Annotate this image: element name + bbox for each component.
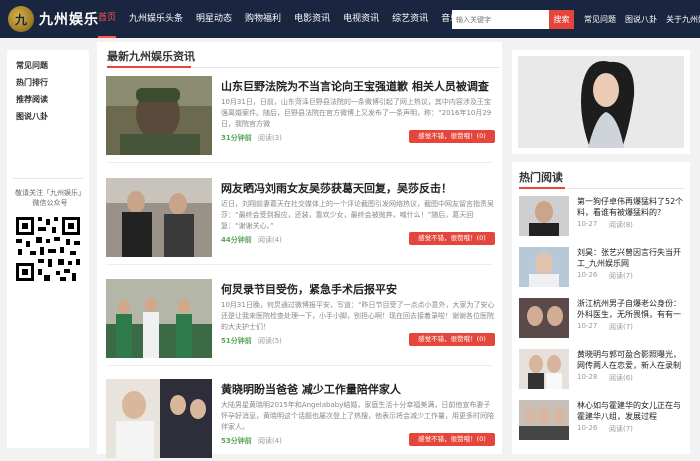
hot-reading-panel: 热门阅读 第一狗仔卓伟再爆猛料了52个料，看谁有被爆猛料的？ 10-27 阅读(… (512, 162, 690, 454)
article-divider (106, 264, 493, 265)
hot-item-title[interactable]: 黄晓明与郭可盈合影照曝光，网传两人在恋爱，新人在录制综艺 (577, 349, 685, 371)
wechat-qr-code-icon (13, 214, 83, 284)
article-time: 31分钟前 (221, 134, 252, 142)
hot-list-item[interactable]: 黄晓明与郭可盈合影照曝光，网传两人在恋爱，新人在录制综艺 10-28 阅读(6) (519, 349, 685, 399)
article-title[interactable]: 黄晓明盼当爸爸 减少工作量陪伴家人 (221, 381, 495, 397)
main-nav: 首页 九州娱乐头条 明星动态 购物福利 电影资讯 电视资讯 综艺资讯 音乐天地 (98, 0, 490, 38)
sidebar-divider (13, 178, 83, 179)
nav-item-variety[interactable]: 综艺资讯 (392, 0, 428, 38)
logo-text: 九州娱乐 (39, 12, 99, 28)
like-button[interactable]: 感觉不错，很赞哦！(0) (409, 433, 495, 446)
hot-item-read-count: 阅读(7) (609, 425, 633, 433)
article-item[interactable]: 黄晓明盼当爸爸 减少工作量陪伴家人 大陆男星黄晓明2015年和Angelabab… (106, 379, 495, 461)
search-input[interactable] (452, 10, 549, 29)
hot-item-title[interactable]: 林心如与霍建华的女儿正在与霍建华八组，发展过程 (577, 400, 685, 422)
nav-item-headlines[interactable]: 九州娱乐头条 (129, 0, 183, 38)
sidebar-item-recommended[interactable]: 推荐阅读 (7, 91, 89, 108)
hot-item-title[interactable]: 刘昊：张艺兴曾因言行失当开工_九州娱乐网 (577, 247, 685, 269)
article-divider (106, 162, 493, 163)
article-thumbnail-image[interactable] (106, 279, 212, 358)
hot-item-date: 10-27 (577, 220, 598, 228)
section-title: 最新九州娱乐资讯 (107, 50, 195, 63)
top-links: 常见问题 图说八卦 关于九州娱乐 (584, 0, 700, 38)
article-time: 44分钟前 (221, 236, 252, 244)
banner-panel (512, 50, 690, 154)
main-content: 最新九州娱乐资讯 山东巨野法院为不当言论向王宝强道歉 相关人员被调查 10月31… (97, 42, 502, 458)
hot-item-date: 10-26 (577, 271, 598, 279)
site-logo[interactable]: 九 九州娱乐 (8, 6, 99, 32)
hot-item-title[interactable]: 浙江杭州男子自爆老公身份：外科医生，无所畏惧，有有一文 (577, 298, 685, 320)
nav-item-star-news[interactable]: 明星动态 (196, 0, 232, 38)
hot-item-read-count: 阅读(7) (609, 272, 633, 280)
hot-reading-title: 热门阅读 (519, 171, 563, 184)
hot-list-item[interactable]: 浙江杭州男子自爆老公身份：外科医生，无所畏惧，有有一文 10-27 阅读(7) (519, 298, 685, 348)
nav-item-tv[interactable]: 电视资讯 (343, 0, 379, 38)
article-time: 53分钟前 (221, 437, 252, 445)
banner-image[interactable] (518, 56, 684, 148)
nav-item-home[interactable]: 首页 (98, 0, 117, 38)
top-link-gossip[interactable]: 图说八卦 (625, 14, 657, 25)
article-item[interactable]: 山东巨野法院为不当言论向王宝强道歉 相关人员被调查 10月31日，日前，山东菏泽… (106, 76, 495, 163)
article-thumbnail-image[interactable] (106, 379, 212, 458)
hot-item-thumbnail[interactable] (519, 400, 569, 440)
like-button[interactable]: 感觉不错，很赞哦！(0) (409, 130, 495, 143)
hot-item-thumbnail[interactable] (519, 247, 569, 287)
hot-item-title[interactable]: 第一狗仔卓伟再爆猛料了52个料，看谁有被爆猛料的？ (577, 196, 685, 218)
hot-item-read-count: 阅读(7) (609, 323, 633, 331)
search-button[interactable]: 搜索 (549, 10, 574, 29)
article-thumbnail-image[interactable] (106, 76, 212, 155)
hot-item-thumbnail[interactable] (519, 349, 569, 389)
hot-item-read-count: 阅读(8) (609, 221, 633, 229)
follow-wechat-text: 敬请关注「九州娱乐」微信公众号 (15, 189, 85, 207)
hot-list-item[interactable]: 林心如与霍建华的女儿正在与霍建华八组，发展过程 10-26 阅读(7) (519, 400, 685, 450)
top-navigation-bar: 九 九州娱乐 首页 九州娱乐头条 明星动态 购物福利 电影资讯 电视资讯 综艺资… (0, 0, 700, 38)
hot-item-read-count: 阅读(6) (609, 374, 633, 382)
hot-item-date: 10-27 (577, 322, 598, 330)
article-title[interactable]: 何炅录节目受伤，紧急手术后报平安 (221, 281, 495, 297)
article-read-count: 阅读(4) (258, 437, 282, 445)
search-box: 搜索 (452, 10, 574, 29)
hot-list-item[interactable]: 第一狗仔卓伟再爆猛料了52个料，看谁有被爆猛料的？ 10-27 阅读(8) (519, 196, 685, 246)
article-summary: 10月31日晚，何炅通过微博报平安，写道：“昨日节目受了一点点小意外，大家为了安… (221, 301, 495, 331)
article-summary: 10月31日，日前，山东菏泽巨野县法院的一条微博引起了网上热议，其中内容涉及王宝… (221, 98, 492, 128)
nav-item-shopping[interactable]: 购物福利 (245, 0, 281, 38)
left-menu: 常见问题 热门排行 推荐阅读 图说八卦 (7, 50, 89, 125)
sidebar-item-ranking[interactable]: 热门排行 (7, 74, 89, 91)
article-time: 51分钟前 (221, 337, 252, 345)
hot-item-date: 10-28 (577, 373, 598, 381)
logo-emblem-icon: 九 (8, 6, 34, 32)
article-item[interactable]: 何炅录节目受伤，紧急手术后报平安 10月31日晚，何炅通过微博报平安，写道：“昨… (106, 279, 495, 366)
sidebar-item-faq[interactable]: 常见问题 (7, 57, 89, 74)
hot-item-thumbnail[interactable] (519, 196, 569, 236)
article-summary: 大陆男星黄晓明2015年和Angelababy结婚，家庭生活十分幸福美满，日前他… (221, 401, 494, 431)
article-item[interactable]: 网友晒冯刘雨女友吴莎获葛天回复，吴莎反击！ 近日，刘翔前妻葛天在社交媒体上的一个… (106, 178, 495, 265)
article-read-count: 阅读(3) (258, 134, 282, 142)
section-title-underline (107, 66, 191, 68)
top-link-faq[interactable]: 常见问题 (584, 14, 616, 25)
article-read-count: 阅读(4) (258, 236, 282, 244)
article-title[interactable]: 山东巨野法院为不当言论向王宝强道歉 相关人员被调查 (221, 78, 495, 94)
article-title[interactable]: 网友晒冯刘雨女友吴莎获葛天回复，吴莎反击！ (221, 180, 495, 196)
hot-item-thumbnail[interactable] (519, 298, 569, 338)
article-summary: 近日，刘翔前妻葛天在社交媒体上的一个评论截图引发网络热议，截图中网友留言指责吴莎… (221, 200, 494, 230)
article-divider (106, 365, 493, 366)
like-button[interactable]: 感觉不错，很赞哦！(0) (409, 333, 495, 346)
sidebar-item-gossip[interactable]: 图说八卦 (7, 108, 89, 125)
hot-item-date: 10-26 (577, 424, 598, 432)
article-read-count: 阅读(5) (258, 337, 282, 345)
nav-item-movies[interactable]: 电影资讯 (294, 0, 330, 38)
left-sidebar: 常见问题 热门排行 推荐阅读 图说八卦 敬请关注「九州娱乐」微信公众号 (7, 50, 89, 448)
top-link-about[interactable]: 关于九州娱乐 (666, 14, 700, 25)
hot-reading-underline (519, 187, 565, 189)
article-thumbnail-image[interactable] (106, 178, 212, 257)
hot-list-item[interactable]: 刘昊：张艺兴曾因言行失当开工_九州娱乐网 10-26 阅读(7) (519, 247, 685, 297)
like-button[interactable]: 感觉不错，很赞哦！(0) (409, 232, 495, 245)
